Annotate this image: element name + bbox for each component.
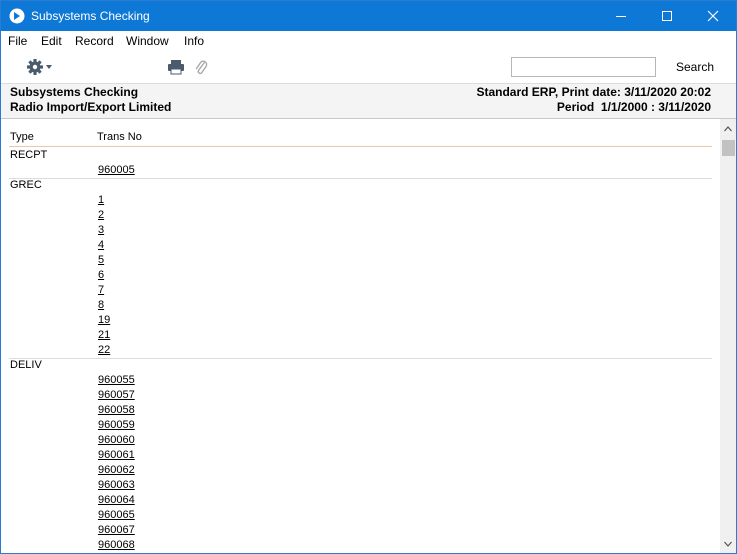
maximize-button[interactable] bbox=[644, 1, 690, 31]
trans-no-link[interactable]: 6 bbox=[98, 269, 104, 281]
close-icon bbox=[707, 10, 719, 22]
paperclip-icon[interactable] bbox=[194, 58, 208, 76]
trans-no-link[interactable]: 960064 bbox=[98, 494, 135, 506]
trans-no-link[interactable]: 21 bbox=[98, 329, 110, 341]
type-label: DELIV bbox=[10, 359, 42, 371]
search-button[interactable]: Search bbox=[676, 60, 714, 74]
trans-no-link[interactable]: 8 bbox=[98, 299, 104, 311]
trans-no-link[interactable]: 960060 bbox=[98, 434, 135, 446]
type-label: RECPT bbox=[10, 149, 48, 161]
print-info: Standard ERP, Print date: 3/11/2020 20:0… bbox=[476, 85, 711, 99]
menu-file[interactable]: File bbox=[8, 34, 27, 48]
group-divider bbox=[9, 178, 712, 179]
app-window: Subsystems Checking File Edit Record Win… bbox=[0, 0, 737, 554]
trans-no-link[interactable]: 960067 bbox=[98, 524, 135, 536]
trans-no-link[interactable]: 2 bbox=[98, 209, 104, 221]
report-body: Type Trans No RECPT 960005 GREC 1 2 3 4 5 6 7 8 19 2… bbox=[1, 119, 720, 553]
type-label: GREC bbox=[10, 179, 42, 191]
report-period: Period 1/1/2000 : 3/11/2020 bbox=[556, 100, 711, 114]
trans-no-link[interactable]: 1 bbox=[98, 194, 104, 206]
report-title: Subsystems Checking bbox=[10, 85, 139, 99]
group-divider bbox=[9, 358, 712, 359]
toolbar: Search bbox=[1, 51, 736, 83]
trans-no-link[interactable]: 22 bbox=[98, 344, 110, 356]
trans-no-link[interactable]: 960058 bbox=[98, 404, 135, 416]
trans-no-link[interactable]: 960062 bbox=[98, 464, 135, 476]
printer-icon[interactable] bbox=[167, 59, 185, 75]
header-divider bbox=[9, 146, 712, 147]
maximize-icon bbox=[662, 11, 672, 21]
trans-no-link[interactable]: 19 bbox=[98, 314, 110, 326]
window-title: Subsystems Checking bbox=[31, 9, 150, 23]
app-logo-icon bbox=[9, 8, 25, 24]
scrollbar-thumb[interactable] bbox=[722, 140, 735, 156]
minimize-icon bbox=[616, 16, 626, 17]
trans-no-link[interactable]: 5 bbox=[98, 254, 104, 266]
vertical-scrollbar[interactable] bbox=[720, 119, 736, 553]
company-name: Radio Import/Export Limited bbox=[10, 100, 172, 114]
trans-no-link[interactable]: 4 bbox=[98, 239, 104, 251]
search-input[interactable] bbox=[511, 57, 656, 77]
menu-record[interactable]: Record bbox=[75, 34, 114, 48]
scroll-down-icon[interactable] bbox=[724, 541, 732, 547]
menu-edit[interactable]: Edit bbox=[41, 34, 62, 48]
trans-no-link[interactable]: 960055 bbox=[98, 374, 135, 386]
trans-no-link[interactable]: 960005 bbox=[98, 164, 135, 176]
report-header: Subsystems Checking Radio Import/Export … bbox=[1, 83, 736, 119]
menu-window[interactable]: Window bbox=[126, 34, 169, 48]
trans-no-link[interactable]: 960061 bbox=[98, 449, 135, 461]
scroll-up-icon[interactable] bbox=[724, 126, 732, 132]
menu-info[interactable]: Info bbox=[184, 34, 204, 48]
column-header-trans-no: Trans No bbox=[97, 131, 142, 143]
close-button[interactable] bbox=[690, 1, 736, 31]
trans-no-link[interactable]: 7 bbox=[98, 284, 104, 296]
trans-no-link[interactable]: 960057 bbox=[98, 389, 135, 401]
trans-no-link[interactable]: 3 bbox=[98, 224, 104, 236]
menu-bar: File Edit Record Window Info bbox=[1, 31, 736, 51]
trans-no-link[interactable]: 960068 bbox=[98, 539, 135, 551]
column-header-type: Type bbox=[10, 131, 34, 143]
trans-no-link[interactable]: 960065 bbox=[98, 509, 135, 521]
trans-no-link[interactable]: 960063 bbox=[98, 479, 135, 491]
trans-no-link[interactable]: 960059 bbox=[98, 419, 135, 431]
title-bar: Subsystems Checking bbox=[1, 1, 736, 31]
gear-icon[interactable] bbox=[26, 58, 54, 76]
minimize-button[interactable] bbox=[598, 1, 644, 31]
